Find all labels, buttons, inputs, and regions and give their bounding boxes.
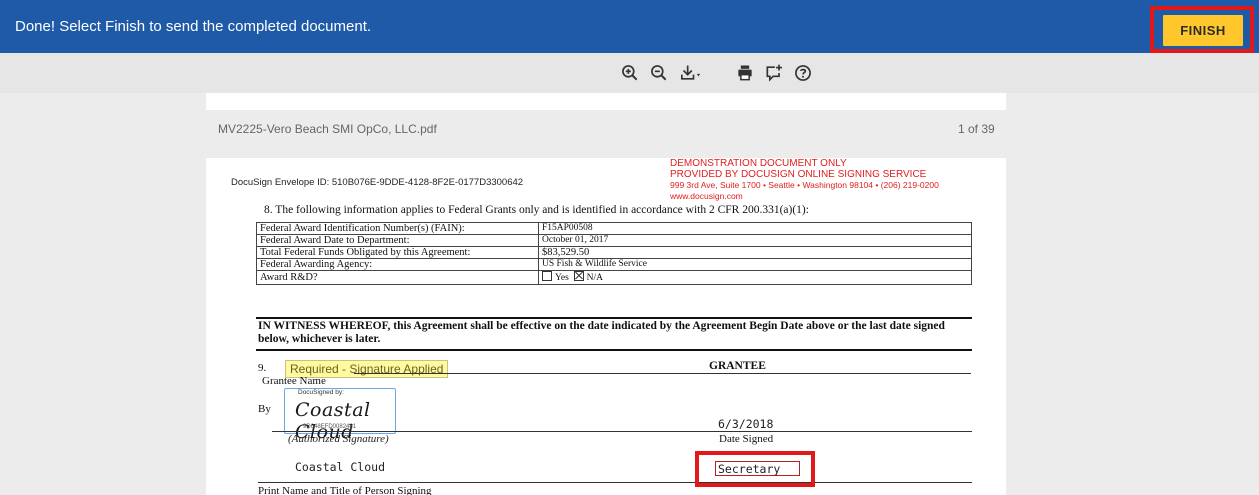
divider	[354, 373, 971, 374]
date-signed-label: Date Signed	[719, 433, 774, 445]
witness-clause: IN WITNESS WHEREOF, this Agreement shall…	[258, 320, 945, 345]
envelope-id: DocuSign Envelope ID: 510B076E-9DDE-4128…	[231, 177, 524, 188]
section-9-number: 9.	[258, 362, 267, 374]
award-label: Award R&D?	[256, 270, 539, 285]
download-icon[interactable]	[676, 61, 706, 85]
finish-button[interactable]: FINISH	[1163, 15, 1243, 46]
table-row: Award R&D? Yes N/A	[256, 270, 972, 285]
banner-message: Done! Select Finish to send the complete…	[15, 18, 372, 35]
grantee-name-label: Grantee Name	[262, 375, 326, 387]
title-input[interactable]: Secretary	[715, 461, 800, 476]
table-row: Federal Awarding Agency: US Fish & Wildl…	[256, 258, 972, 271]
print-name-field[interactable]: Coastal Cloud	[295, 460, 385, 474]
award-value: October 01, 2017	[538, 234, 972, 247]
document-page: DocuSign Envelope ID: 510B076E-9DDE-4128…	[206, 158, 1006, 495]
demo-line-2: PROVIDED BY DOCUSIGN ONLINE SIGNING SERV…	[670, 168, 927, 180]
document-toolbar	[0, 53, 1259, 93]
signature-field[interactable]: DocuSigned by: Coastal Cloud 9D648EFD008…	[284, 388, 396, 443]
print-name-title-label: Print Name and Title of Person Signing	[258, 485, 432, 495]
section-8-text: 8. The following information applies to …	[264, 204, 809, 216]
demo-watermark: DEMONSTRATION DOCUMENT ONLY PROVIDED BY …	[670, 158, 1006, 201]
signature-line	[272, 431, 972, 432]
document-filename: MV2225-Vero Beach SMI OpCo, LLC.pdf	[218, 122, 437, 136]
zoom-out-icon[interactable]	[647, 61, 671, 85]
authorized-signature-label: (Authorized Signature)	[288, 433, 389, 445]
award-value: F15AP00508	[538, 222, 972, 235]
help-icon[interactable]	[791, 61, 815, 85]
award-value: US Fish & Wildlife Service	[538, 258, 972, 271]
award-label: Federal Awarding Agency:	[256, 258, 539, 271]
by-label: By	[258, 403, 271, 415]
award-value: $83,529.50	[538, 246, 972, 259]
rd-na-checkbox	[573, 271, 584, 281]
federal-award-table: Federal Award Identification Number(s) (…	[256, 222, 972, 285]
table-row: Federal Award Date to Department: Octobe…	[256, 234, 972, 247]
docusigned-by-label: DocuSigned by:	[298, 389, 344, 396]
demo-website: www.docusign.com	[670, 190, 743, 201]
demo-address: 999 3rd Ave, Suite 1700 • Seattle • Wash…	[670, 180, 939, 190]
divider	[256, 317, 972, 319]
comment-icon[interactable]	[762, 61, 786, 85]
rd-na-label: N/A	[586, 273, 603, 283]
print-icon[interactable]	[733, 61, 757, 85]
demo-line-1: DEMONSTRATION DOCUMENT ONLY	[670, 158, 847, 169]
rd-yes-checkbox	[542, 271, 552, 281]
completion-banner: Done! Select Finish to send the complete…	[0, 0, 1259, 53]
divider	[256, 349, 972, 351]
rd-yes-label: Yes	[555, 273, 569, 283]
award-label: Total Federal Funds Obligated by this Ag…	[256, 246, 539, 259]
grantee-header: GRANTEE	[709, 360, 766, 372]
table-row: Total Federal Funds Obligated by this Ag…	[256, 246, 972, 259]
table-row: Federal Award Identification Number(s) (…	[256, 222, 972, 235]
award-label: Federal Award Identification Number(s) (…	[256, 222, 539, 235]
print-line	[258, 482, 972, 483]
date-signed-value: 6/3/2018	[718, 417, 774, 431]
award-rd-options: Yes N/A	[538, 270, 972, 285]
previous-page-edge	[206, 93, 1006, 110]
zoom-in-icon[interactable]	[618, 61, 642, 85]
page-count: 1 of 39	[958, 122, 995, 136]
signature-id: 9D648EFD0082481	[303, 424, 357, 430]
award-label: Federal Award Date to Department:	[256, 234, 539, 247]
